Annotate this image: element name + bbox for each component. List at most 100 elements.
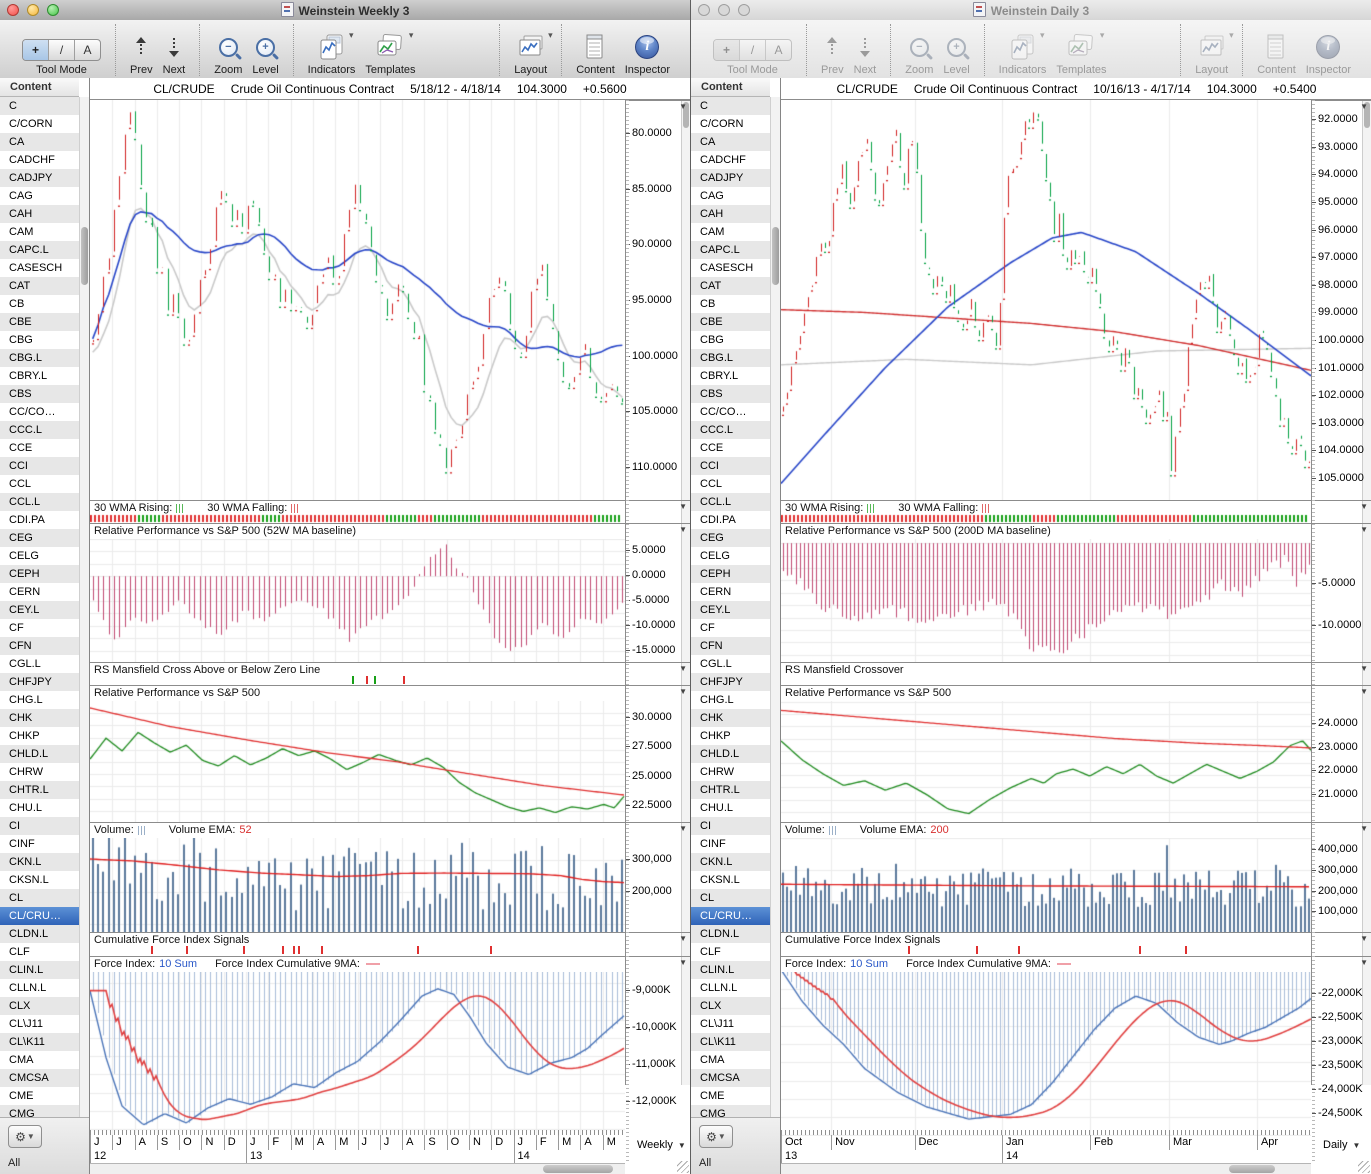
symbol-list-item[interactable]: CERN: [691, 583, 770, 601]
price-panel[interactable]: [781, 100, 1371, 500]
relative-performance-panel[interactable]: Relative Performance vs S&P 500: [90, 685, 690, 823]
symbol-list-item[interactable]: CINF: [0, 835, 79, 853]
wma-signal-panel[interactable]: 30 WMA Rising: 30 WMA Falling:: [90, 500, 690, 523]
symbol-list-item[interactable]: CHK: [0, 709, 79, 727]
sidebar-scrollbar[interactable]: [770, 97, 780, 1118]
action-gear-button[interactable]: ⚙ ▼: [699, 1125, 733, 1148]
tool-mode-segmented[interactable]: + / A: [22, 39, 101, 61]
horizontal-scrollbar[interactable]: [781, 1163, 1311, 1174]
volume-chart-canvas[interactable]: [781, 838, 1311, 933]
cumulative-force-signal-panel[interactable]: Cumulative Force Index Signals: [90, 932, 690, 956]
panel-collapse-button[interactable]: ▼: [1360, 502, 1368, 511]
symbol-list-item[interactable]: CBG.L: [0, 349, 79, 367]
symbol-list-item[interactable]: CMCSA: [0, 1069, 79, 1087]
symbol-list-item[interactable]: CHU.L: [0, 799, 79, 817]
symbol-list-item[interactable]: C/CORN: [691, 115, 770, 133]
panel-collapse-button[interactable]: ▼: [1360, 934, 1368, 943]
panel-collapse-button[interactable]: ▼: [1360, 664, 1368, 673]
symbol-list-item[interactable]: CEPH: [0, 565, 79, 583]
line-tool-button[interactable]: /: [49, 40, 75, 60]
period-dropdown[interactable]: Weekly ▼: [637, 1139, 686, 1151]
symbol-list-item[interactable]: CLF: [691, 943, 770, 961]
symbol-list-item[interactable]: CGL.L: [691, 655, 770, 673]
symbol-list-item[interactable]: CL\J11: [691, 1015, 770, 1033]
horizontal-scroll-thumb[interactable]: [1229, 1165, 1275, 1173]
content-button[interactable]: Content: [576, 24, 615, 76]
symbol-list-item[interactable]: CHFJPY: [691, 673, 770, 691]
symbol-list-item[interactable]: CLX: [0, 997, 79, 1015]
rp2-chart-canvas[interactable]: [90, 701, 625, 823]
symbol-list-item[interactable]: C: [0, 97, 79, 115]
symbol-list-item[interactable]: C: [691, 97, 770, 115]
panel-collapse-button[interactable]: ▼: [1360, 824, 1368, 833]
text-tool-button[interactable]: A: [75, 40, 100, 60]
inspector-button[interactable]: i Inspector: [1306, 24, 1351, 76]
price-panel[interactable]: [90, 100, 690, 500]
indicators-button[interactable]: ▾ Indicators: [308, 24, 356, 76]
symbol-list-item[interactable]: CF: [0, 619, 79, 637]
symbol-list-item[interactable]: CADCHF: [691, 151, 770, 169]
action-gear-button[interactable]: ⚙ ▼: [8, 1125, 42, 1148]
symbol-list-item[interactable]: CAPC.L: [0, 241, 79, 259]
symbol-list-item[interactable]: CCC.L: [0, 421, 79, 439]
next-button[interactable]: Next: [854, 24, 876, 76]
symbol-list-item[interactable]: CLF: [0, 943, 79, 961]
symbol-list-item[interactable]: CELG: [0, 547, 79, 565]
window-titlebar[interactable]: Weinstein Daily 3: [691, 0, 1371, 21]
zoom-out-button[interactable]: − Zoom: [905, 24, 933, 76]
content-button[interactable]: Content: [1257, 24, 1296, 76]
symbol-list-item[interactable]: CEY.L: [0, 601, 79, 619]
symbol-list-item-selected[interactable]: CL/CRU…: [0, 907, 79, 925]
symbol-list-item[interactable]: CCL: [691, 475, 770, 493]
symbol-list-item[interactable]: CC/CO…: [691, 403, 770, 421]
symbol-list-item[interactable]: CBS: [691, 385, 770, 403]
force-chart-canvas[interactable]: [781, 972, 1311, 1136]
symbol-list-item[interactable]: CLIN.L: [691, 961, 770, 979]
symbol-list-item-selected[interactable]: CL/CRU…: [691, 907, 770, 925]
symbol-list-item[interactable]: CHTR.L: [0, 781, 79, 799]
symbol-list-item[interactable]: CADCHF: [0, 151, 79, 169]
symbol-list-item[interactable]: CLLN.L: [691, 979, 770, 997]
symbol-list-item[interactable]: CEPH: [691, 565, 770, 583]
symbol-list-item[interactable]: CAG: [0, 187, 79, 205]
symbol-list-item[interactable]: CHLD.L: [0, 745, 79, 763]
zoom-out-button[interactable]: − Zoom: [214, 24, 242, 76]
symbol-list-item[interactable]: CASESCH: [691, 259, 770, 277]
symbol-list-item[interactable]: CLX: [691, 997, 770, 1015]
symbol-list-item[interactable]: CLLN.L: [0, 979, 79, 997]
symbol-list-item[interactable]: CBE: [0, 313, 79, 331]
symbol-list-item[interactable]: CCL.L: [691, 493, 770, 511]
symbol-list-item[interactable]: CAT: [691, 277, 770, 295]
symbol-list-item[interactable]: CBG: [691, 331, 770, 349]
symbol-list-item[interactable]: CASESCH: [0, 259, 79, 277]
symbol-list-item[interactable]: CMA: [0, 1051, 79, 1069]
symbol-list-item[interactable]: CKN.L: [0, 853, 79, 871]
symbol-list-item[interactable]: CINF: [691, 835, 770, 853]
symbol-list-item[interactable]: CF: [691, 619, 770, 637]
rp1-chart-canvas[interactable]: [781, 539, 1311, 663]
symbol-list-item[interactable]: CHRW: [0, 763, 79, 781]
indicators-button[interactable]: ▾ Indicators: [999, 24, 1047, 76]
next-button[interactable]: Next: [163, 24, 185, 76]
mansfield-signal-panel[interactable]: RS Mansfield Cross Above or Below Zero L…: [90, 662, 690, 685]
symbol-list-item[interactable]: CB: [691, 295, 770, 313]
symbol-list-item[interactable]: CBG.L: [691, 349, 770, 367]
symbol-list-item[interactable]: CHG.L: [0, 691, 79, 709]
panel-collapse-button[interactable]: ▼: [679, 102, 687, 111]
symbol-list-item[interactable]: CFN: [0, 637, 79, 655]
crosshair-tool-button[interactable]: +: [23, 40, 49, 60]
symbol-list-item[interactable]: CHRW: [691, 763, 770, 781]
symbol-list-item[interactable]: CCI: [691, 457, 770, 475]
panel-collapse-button[interactable]: ▼: [679, 958, 687, 967]
symbol-list-item[interactable]: CAPC.L: [691, 241, 770, 259]
horizontal-scrollbar[interactable]: [90, 1163, 625, 1174]
rp1-chart-canvas[interactable]: [90, 539, 625, 663]
relative-performance-baseline-panel[interactable]: Relative Performance vs S&P 500 (200D MA…: [781, 523, 1371, 663]
templates-button[interactable]: ▾ Templates: [365, 24, 415, 76]
symbol-list-item[interactable]: CKN.L: [691, 853, 770, 871]
sidebar-scrollbar[interactable]: [79, 97, 89, 1118]
window-resize-grip[interactable]: [677, 1161, 689, 1173]
layout-button[interactable]: ▾ Layout: [1195, 24, 1234, 76]
zoom-level-button[interactable]: + Level: [943, 24, 970, 76]
window-titlebar[interactable]: Weinstein Weekly 3: [0, 0, 690, 21]
